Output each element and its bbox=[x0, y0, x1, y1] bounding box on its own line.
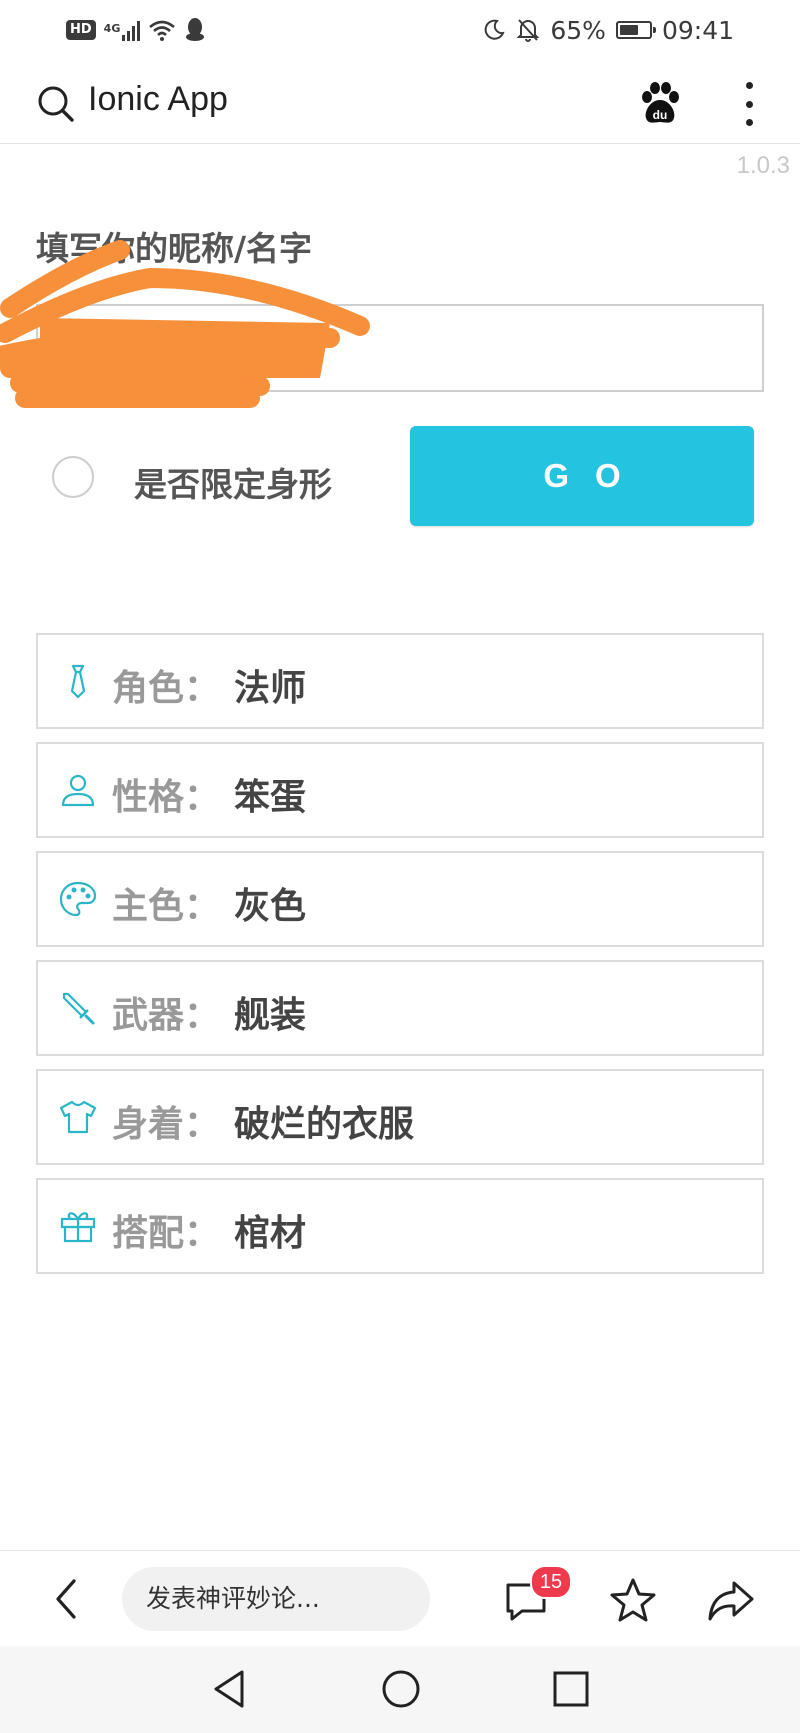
attribute-value: 笨蛋 bbox=[234, 777, 307, 818]
attribute-item-role: 角色： 法师 bbox=[36, 633, 764, 729]
signal-icon: 4G bbox=[104, 19, 141, 41]
moon-icon bbox=[485, 19, 505, 40]
attribute-item-weapon: 武器： 舰装 bbox=[36, 960, 764, 1056]
attribute-item-personality: 性格： 笨蛋 bbox=[36, 742, 764, 838]
nickname-label: 填写你的昵称/名字 bbox=[36, 229, 313, 268]
qq-icon bbox=[186, 18, 205, 41]
app-header: Ionic App du bbox=[0, 60, 800, 144]
search-icon[interactable] bbox=[36, 84, 76, 124]
battery-fill bbox=[619, 25, 638, 35]
attribute-item-accessory: 搭配： 棺材 bbox=[36, 1178, 764, 1274]
baidu-paw-icon[interactable]: du bbox=[636, 80, 684, 128]
star-icon[interactable] bbox=[608, 1575, 658, 1625]
network-type: 4G bbox=[103, 22, 121, 35]
attribute-value: 棺材 bbox=[234, 1213, 307, 1254]
clock: 09:41 bbox=[661, 15, 734, 45]
attribute-value: 破烂的衣服 bbox=[234, 1104, 415, 1145]
browser-bottom-bar: 发表神评妙论... 15 bbox=[0, 1550, 800, 1647]
nickname-input[interactable] bbox=[36, 304, 764, 392]
comment-input[interactable]: 发表神评妙论... bbox=[122, 1567, 430, 1631]
hd-badge: HD bbox=[66, 20, 96, 40]
attribute-item-main-color: 主色： 灰色 bbox=[36, 851, 764, 947]
attribute-key: 搭配： bbox=[112, 1213, 221, 1254]
status-right: 65% 09:41 bbox=[482, 14, 734, 46]
shirt-icon bbox=[59, 1100, 97, 1134]
system-nav-bar bbox=[0, 1646, 800, 1733]
comment-count-badge: 15 bbox=[530, 1565, 572, 1599]
attribute-item-outfit: 身着： 破烂的衣服 bbox=[36, 1069, 764, 1165]
go-button[interactable]: GO bbox=[410, 426, 754, 526]
battery-icon bbox=[615, 21, 656, 39]
tie-icon bbox=[70, 664, 86, 699]
attribute-key: 身着： bbox=[112, 1104, 221, 1145]
shape-limit-checkbox[interactable] bbox=[52, 456, 94, 498]
app-version: 1.0.3 bbox=[736, 152, 790, 179]
svg-text:du: du bbox=[653, 108, 668, 122]
sword-icon bbox=[62, 992, 95, 1025]
attribute-key: 性格： bbox=[112, 777, 221, 818]
attribute-value: 法师 bbox=[234, 668, 307, 709]
share-icon[interactable] bbox=[706, 1577, 756, 1623]
attribute-list: 角色： 法师 性格： 笨蛋 主色： 灰色 武器： 舰装 身着： 破烂的衣服 搭配… bbox=[36, 633, 764, 1287]
nav-recent-icon[interactable] bbox=[548, 1666, 594, 1712]
mute-bell-icon bbox=[516, 19, 540, 42]
person-icon bbox=[61, 774, 95, 807]
page-title: Ionic App bbox=[88, 80, 228, 118]
status-left: HD 4G bbox=[66, 14, 206, 46]
attribute-key: 武器： bbox=[112, 995, 221, 1036]
back-chevron-icon[interactable] bbox=[46, 1575, 86, 1623]
wifi-icon bbox=[149, 20, 176, 41]
attribute-key: 角色： bbox=[112, 668, 221, 709]
status-bar: HD 4G 65% 09:41 bbox=[0, 0, 800, 60]
gift-icon bbox=[60, 1212, 96, 1243]
attribute-value: 灰色 bbox=[234, 886, 307, 927]
nav-back-icon[interactable] bbox=[208, 1666, 254, 1712]
shape-limit-label: 是否限定身形 bbox=[134, 465, 332, 504]
attribute-key: 主色： bbox=[112, 886, 221, 927]
palette-icon bbox=[59, 881, 97, 917]
attribute-value: 舰装 bbox=[234, 995, 307, 1036]
battery-percent: 65% bbox=[550, 15, 606, 45]
nav-home-icon[interactable] bbox=[378, 1666, 424, 1712]
more-vert-icon[interactable] bbox=[740, 82, 758, 126]
